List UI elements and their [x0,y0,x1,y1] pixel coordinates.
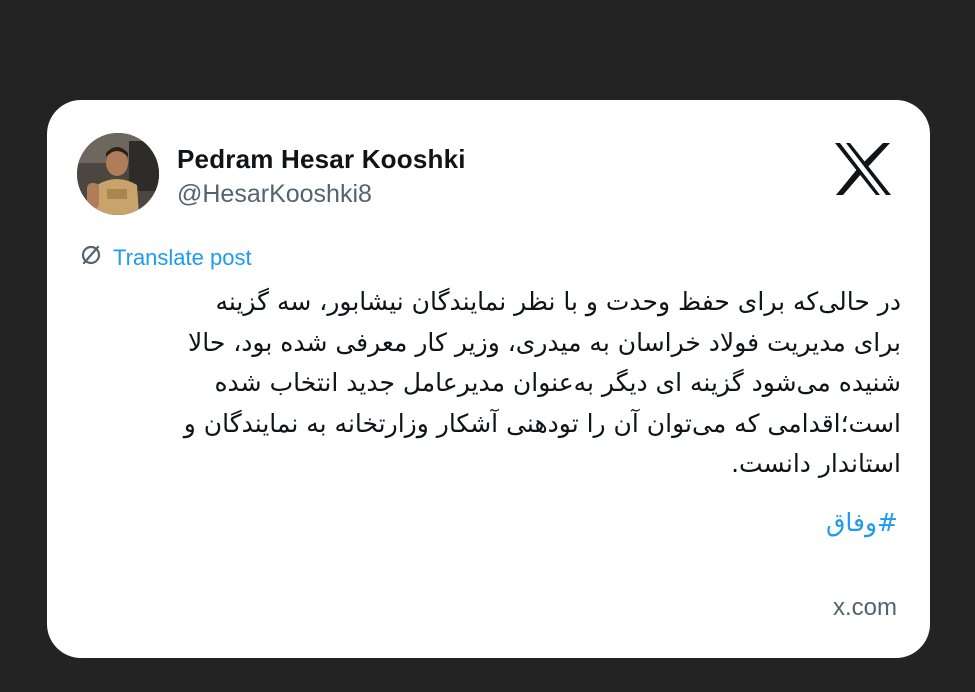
post-card: Pedram Hesar Kooshki @HesarKooshki8 Tran… [47,100,930,658]
translate-icon [79,243,103,272]
hashtag-link[interactable]: #وفاق [826,508,898,537]
post-text-line: استاندار دانست. [731,449,901,478]
post-text-line: است؛اقدامی که می‌توان آن را تودهنی آشکار… [183,408,901,438]
author-name[interactable]: Pedram Hesar Kooshki [177,144,466,175]
x-logo-icon[interactable] [833,141,893,197]
post-text-line: برای مدیریت فولاد خراسان به میدری، وزیر … [187,327,901,357]
post-text-line: در حالی‌که برای حفظ وحدت و با نظر نمایند… [215,287,901,316]
post-text: در حالی‌که برای حفظ وحدت و با نظر نمایند… [75,282,901,485]
post-text-line: شنیده می‌شود گزینه ای دیگر به‌عنوان مدیر… [214,368,901,397]
author-handle[interactable]: @HesarKooshki8 [177,180,372,209]
source-domain[interactable]: x.com [833,594,897,622]
avatar[interactable] [77,133,159,215]
translate-post[interactable]: Translate post [79,243,252,272]
translate-post-label: Translate post [113,244,252,270]
avatar-image [77,133,159,215]
